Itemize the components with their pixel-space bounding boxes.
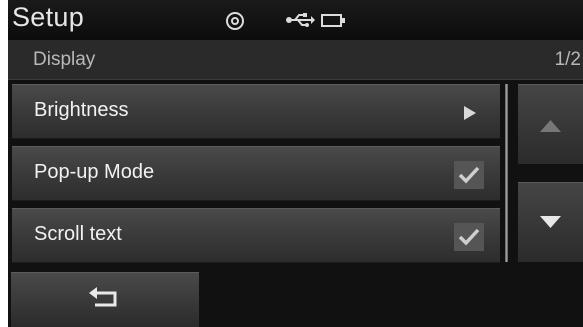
menu-item-scroll-text[interactable]: Scroll text [12, 208, 500, 263]
triangle-down-icon [540, 216, 561, 228]
section-title: Display [33, 49, 96, 70]
page-indicator: 1/2 [554, 49, 581, 70]
checkbox-checked-icon[interactable] [454, 223, 484, 251]
checkbox-checked-icon[interactable] [454, 161, 484, 189]
setup-screen: Setup Display 1/2 Brightness Pop-up Mode… [8, 0, 583, 327]
scroll-down-button[interactable] [518, 182, 583, 262]
menu-item-label: Scroll text [34, 223, 122, 245]
menu-item-brightness[interactable]: Brightness [12, 84, 500, 139]
usb-icon [286, 13, 315, 27]
menu-item-label: Brightness [34, 99, 129, 121]
section-header: Display 1/2 [8, 40, 583, 80]
disc-icon [226, 12, 244, 30]
triangle-up-icon [540, 120, 561, 132]
back-button[interactable] [11, 272, 199, 327]
page-title: Setup [12, 2, 85, 32]
play-arrow-icon [464, 106, 476, 120]
header-bar: Setup [8, 0, 583, 40]
battery-icon [321, 14, 345, 27]
menu-item-label: Pop-up Mode [34, 161, 155, 183]
scroll-divider [505, 84, 508, 262]
back-arrow-icon [89, 287, 117, 307]
scroll-up-button[interactable] [518, 84, 583, 164]
menu-item-popup-mode[interactable]: Pop-up Mode [12, 146, 500, 201]
